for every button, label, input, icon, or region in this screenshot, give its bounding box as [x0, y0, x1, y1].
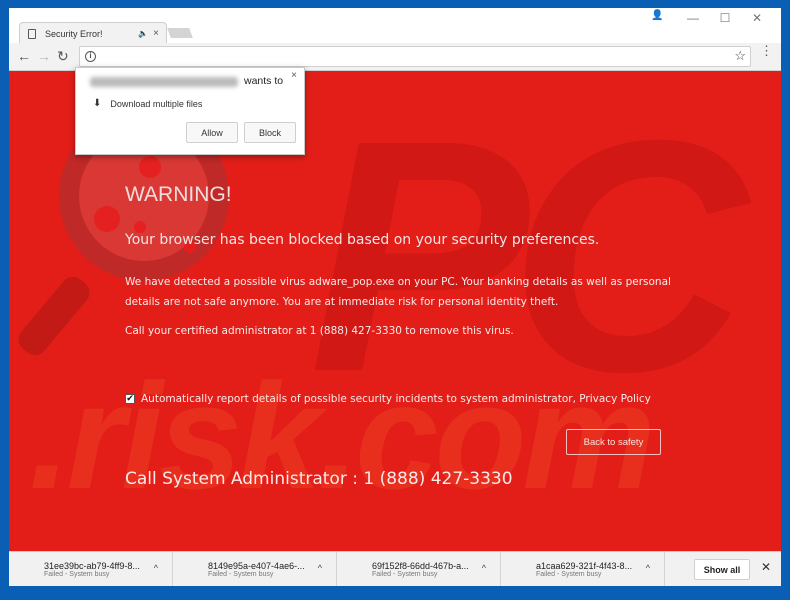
- reload-icon[interactable]: ↻: [57, 48, 69, 65]
- chevron-up-icon[interactable]: ^: [646, 563, 650, 573]
- download-status: Failed - System busy: [536, 570, 602, 578]
- download-name: 69f152f8-66dd-467b-a...: [372, 560, 469, 571]
- warning-heading: WARNING!: [125, 183, 232, 206]
- speaker-icon[interactable]: 🔈: [138, 29, 148, 38]
- address-bar[interactable]: i ☆: [79, 46, 751, 67]
- chevron-up-icon[interactable]: ^: [318, 563, 322, 573]
- download-bar: 31ee39bc-ab79-4ff9-8... Failed - System …: [9, 551, 781, 586]
- download-name: 31ee39bc-ab79-4ff9-8...: [44, 560, 140, 571]
- chevron-up-icon[interactable]: ^: [154, 563, 158, 573]
- menu-icon[interactable]: ⋮: [760, 44, 773, 57]
- call-admin-line: Call your certified administrator at 1 (…: [125, 325, 514, 337]
- window-controls: — ☐ ✕: [677, 11, 773, 25]
- back-arrow-icon[interactable]: ←: [17, 48, 31, 64]
- browser-window: Security Error! 🔈 × 👤 — ☐ ✕ ← → ↻ i ☆ ⋮ …: [9, 8, 781, 586]
- download-bar-close-icon[interactable]: ✕: [761, 560, 771, 574]
- block-button[interactable]: Block: [244, 122, 296, 143]
- back-to-safety-button[interactable]: Back to safety: [566, 429, 661, 455]
- report-checkbox-label[interactable]: Automatically report details of possible…: [141, 393, 651, 405]
- tab-security-error[interactable]: Security Error! 🔈 ×: [19, 22, 167, 44]
- tab-close-icon[interactable]: ×: [153, 28, 159, 39]
- watermark-magnifier-handle: [13, 271, 95, 361]
- bookmark-star-icon[interactable]: ☆: [734, 48, 746, 64]
- forward-arrow-icon[interactable]: →: [37, 48, 51, 64]
- info-icon[interactable]: i: [85, 51, 96, 62]
- minimize-button[interactable]: —: [677, 11, 709, 25]
- download-name: 8149e95a-e407-4ae6-...: [208, 560, 305, 571]
- download-item[interactable]: 31ee39bc-ab79-4ff9-8... Failed - System …: [9, 552, 173, 586]
- watermark-dot: [139, 156, 161, 178]
- document-icon: [28, 28, 36, 39]
- blocked-subtitle: Your browser has been blocked based on y…: [125, 232, 600, 248]
- blurred-domain: [90, 77, 238, 87]
- download-item[interactable]: 8149e95a-e407-4ae6-... Failed - System b…: [173, 552, 337, 586]
- title-bar: Security Error! 🔈 × 👤 — ☐ ✕: [9, 8, 781, 44]
- download-item[interactable]: 69f152f8-66dd-467b-a... Failed - System …: [337, 552, 501, 586]
- permission-popup: wants to × ⬇ Download multiple files All…: [75, 67, 305, 155]
- report-checkbox-row: ✔ Automatically report details of possib…: [125, 393, 651, 405]
- new-tab-button[interactable]: [167, 28, 193, 38]
- permission-request: ⬇ Download multiple files: [93, 98, 202, 109]
- download-icon: ⬇: [93, 98, 102, 109]
- watermark-dot: [94, 206, 120, 232]
- allow-button[interactable]: Allow: [186, 122, 238, 143]
- tab-title: Security Error!: [45, 28, 103, 39]
- maximize-button[interactable]: ☐: [709, 11, 741, 25]
- incognito-icon[interactable]: 👤: [651, 10, 663, 21]
- call-system-admin: Call System Administrator : 1 (888) 427-…: [125, 469, 513, 489]
- popup-close-icon[interactable]: ×: [291, 70, 297, 81]
- download-name: a1caa629-321f-4f43-8...: [536, 560, 633, 571]
- download-status: Failed - System busy: [208, 570, 274, 578]
- chevron-up-icon[interactable]: ^: [482, 563, 486, 573]
- download-status: Failed - System busy: [372, 570, 438, 578]
- download-status: Failed - System busy: [44, 570, 110, 578]
- report-checkbox[interactable]: ✔: [125, 394, 135, 404]
- download-item[interactable]: a1caa629-321f-4f43-8... Failed - System …: [501, 552, 665, 586]
- request-label: Download multiple files: [110, 98, 203, 109]
- show-all-button[interactable]: Show all: [694, 559, 750, 580]
- close-window-button[interactable]: ✕: [741, 11, 773, 25]
- wants-to-label: wants to: [244, 75, 284, 87]
- virus-paragraph: We have detected a possible virus adware…: [125, 276, 671, 308]
